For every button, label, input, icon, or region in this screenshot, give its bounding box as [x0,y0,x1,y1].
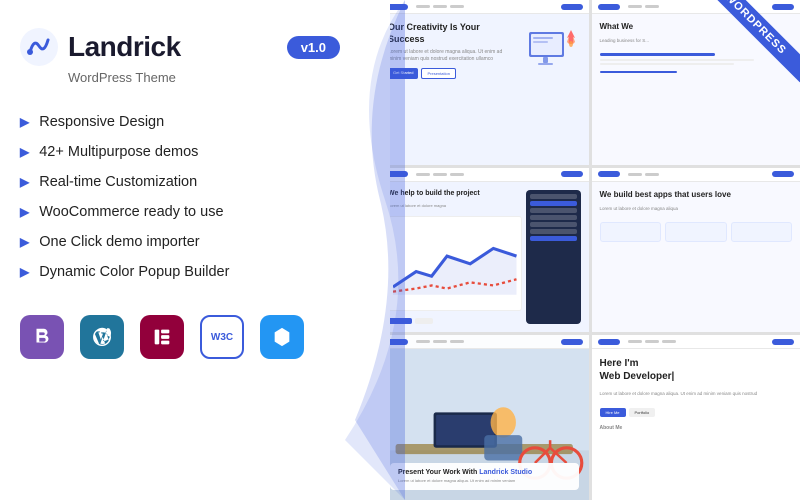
brand-logo-icon [20,28,58,66]
feature-item: ▶ 42+ Multipurpose demos [20,137,370,167]
ss4-title: We build best apps that users love [600,190,793,199]
feature-item: ▶ WooCommerce ready to use [20,197,370,227]
ss6-body: Here I'm Web Developer| Lorem ut labore … [592,349,800,500]
ss3-body: We help to build the project Lorem ut la… [380,182,589,333]
ss2-content-lines [600,53,793,73]
bullet-icon: ▶ [20,265,29,279]
ss6-subtitle: Lorem ut labore et dolore magna aliqua. … [600,391,793,398]
ss6-header [592,335,800,349]
ss3-title: We help to build the project [388,190,522,197]
feature-item: ▶ One Click demo importer [20,227,370,257]
left-panel: Landrick v1.0 WordPress Theme ▶ Responsi… [0,0,390,500]
screenshot-6: Here I'm Web Developer| Lorem ut labore … [592,335,800,500]
feature-item: ▶ Dynamic Color Popup Builder [20,257,370,287]
ss1-btn1: Get Started [388,68,418,79]
ss5-overlay-title: Present Your Work With Landrick Studio [398,469,571,476]
ss4-cards [600,222,793,242]
ss3-btns [388,318,522,324]
ss5-header [380,335,589,349]
screenshot-4: We build best apps that users love Lorem… [592,168,800,333]
ss2-header [592,0,800,14]
bootstrap-icon [20,315,64,359]
uikit-icon [260,315,304,359]
w3c-icon: W3C [200,315,244,359]
chart-area [388,216,522,312]
ss5-overlay-sub: Lorem ut labore et dolore magna aliqua. … [398,478,571,484]
ss1-body: Our Creativity Is Your Success Lorem ut … [380,14,589,165]
feature-label: Real-time Customization [39,174,197,190]
screenshot-1: Our Creativity Is Your Success Lorem ut … [380,0,589,165]
ss1-btn2: Presentation [421,68,455,79]
brand-tagline: WordPress Theme [68,70,370,85]
ss6-btn-portfolio: Portfolio [629,408,656,417]
brand-name: Landrick [68,31,181,63]
ss-cta-btn [561,4,583,10]
screenshot-3: We help to build the project Lorem ut la… [380,168,589,333]
screenshots-grid: Our Creativity Is Your Success Lorem ut … [380,0,800,500]
bullet-icon: ▶ [20,175,29,189]
bullet-icon: ▶ [20,205,29,219]
ss4-header [592,168,800,182]
ss-nav [416,5,464,8]
ss3-header [380,168,589,182]
features-list: ▶ Responsive Design ▶ 42+ Multipurpose d… [20,107,370,287]
screenshot-5: Present Your Work With Landrick Studio L… [380,335,589,500]
ss1-subtitle: Lorem ut labore et dolore magna aliqua. … [388,49,515,63]
ss6-btn-hire: Hire Me [600,408,626,417]
feature-label: 42+ Multipurpose demos [39,144,198,160]
feature-label: One Click demo importer [39,234,199,250]
ss4-body: We build best apps that users love Lorem… [592,182,800,333]
ss5-overlay-link: Landrick Studio [479,469,532,476]
logo-area: Landrick v1.0 [20,28,370,66]
bullet-icon: ▶ [20,115,29,129]
ss5-text-overlay: Present Your Work With Landrick Studio L… [390,463,579,490]
ss6-about: About Me [600,425,793,431]
ss1-title: Our Creativity Is Your Success [388,22,515,45]
feature-item: ▶ Real-time Customization [20,167,370,197]
tech-icons-bar: W3C [20,315,370,359]
elementor-icon [140,315,184,359]
bullet-icon: ▶ [20,145,29,159]
ss1-illustration [521,22,581,82]
ss3-subtitle: Lorem ut labore et dolore magna [388,203,522,208]
ss6-title: Here I'm Web Developer| [600,357,793,383]
ss3-sidebar [526,190,581,325]
ss1-text-area: Our Creativity Is Your Success Lorem ut … [388,22,515,79]
ss1-buttons: Get Started Presentation [388,68,515,79]
screenshot-2: WORDPRESS What We Leading business for S… [592,0,800,165]
feature-label: Dynamic Color Popup Builder [39,264,229,280]
feature-label: WooCommerce ready to use [39,204,223,220]
version-badge: v1.0 [287,36,340,59]
wordpress-icon [80,315,124,359]
bullet-icon: ▶ [20,235,29,249]
feature-item: ▶ Responsive Design [20,107,370,137]
ss3-left: We help to build the project Lorem ut la… [388,190,522,325]
ss6-buttons: Hire Me Portfolio [600,408,793,417]
feature-label: Responsive Design [39,114,164,130]
ss1-header [380,0,589,14]
ss4-text: Lorem ut labore et dolore magna aliqua [600,206,793,213]
